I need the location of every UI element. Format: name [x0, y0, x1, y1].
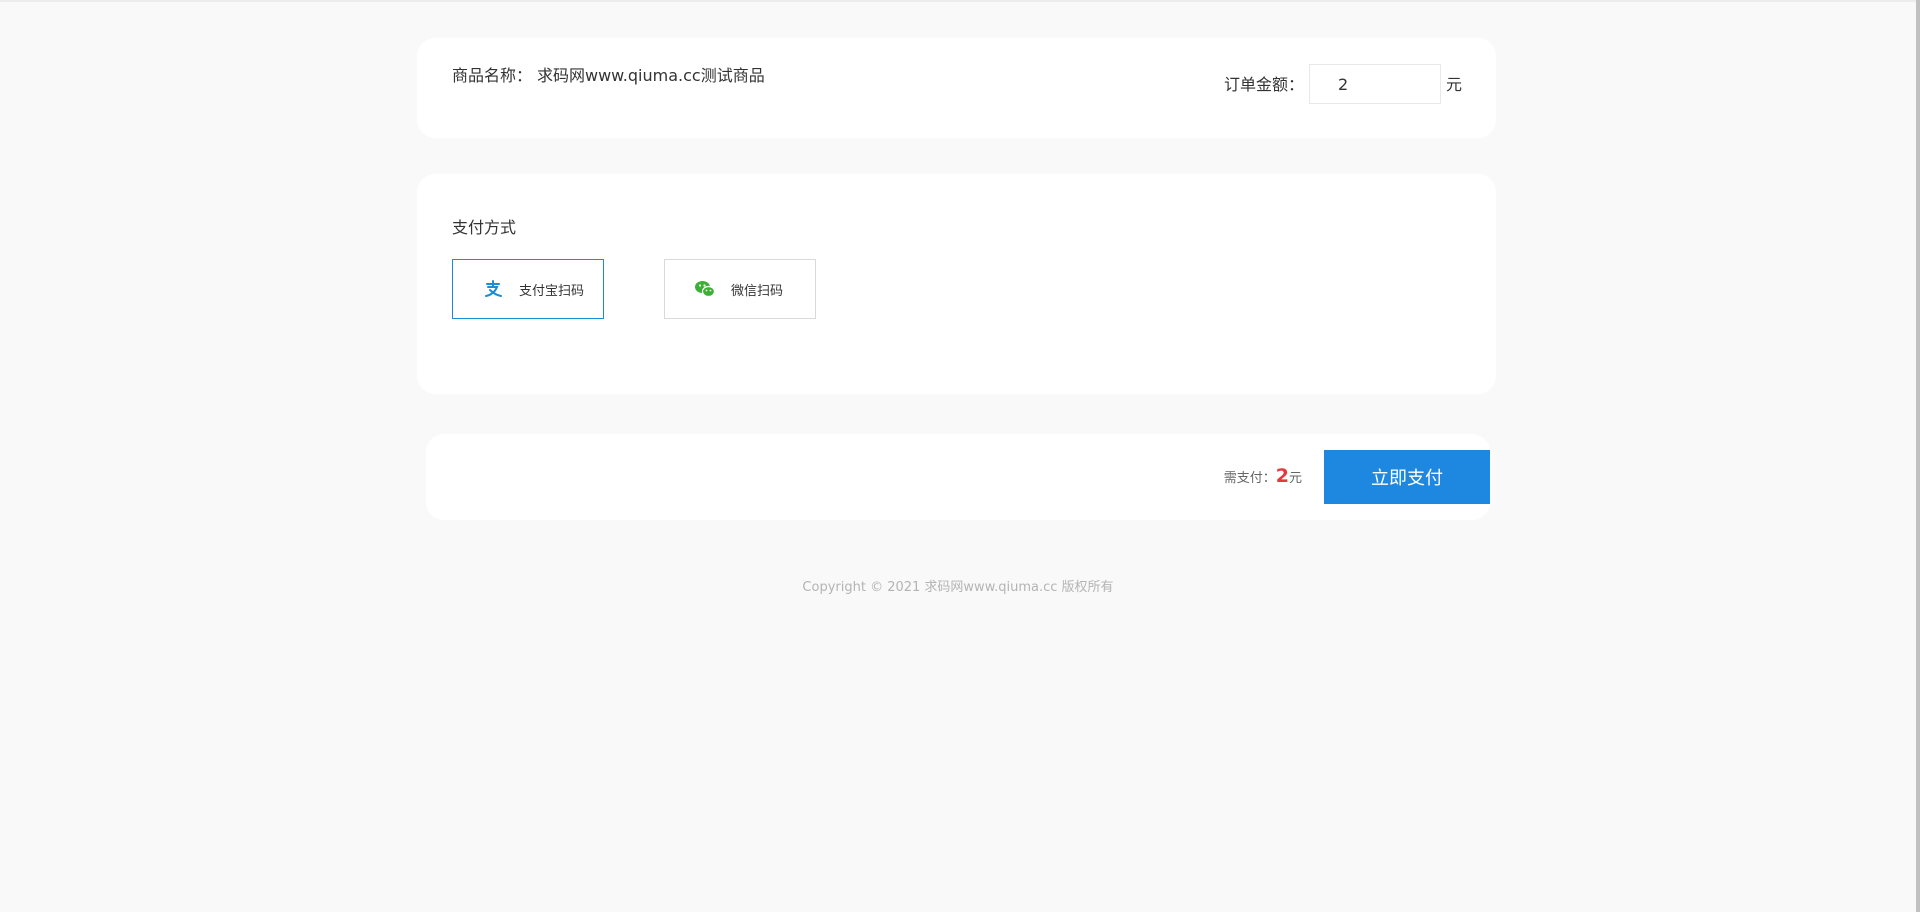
need-pay-label: 需支付： [1223, 471, 1276, 486]
order-amount-input[interactable] [1309, 64, 1441, 104]
order-amount-unit: 元 [1446, 75, 1463, 94]
payment-method-card: 支付方式 支付宝扫码 微信扫码 [417, 174, 1496, 394]
wechat-option-label: 微信扫码 [731, 283, 784, 299]
wechat-option[interactable]: 微信扫码 [664, 259, 816, 319]
wechat-icon [693, 277, 717, 301]
product-name-label: 商品名称： [452, 66, 533, 85]
copyright-text: Copyright © 2021 求码网www.qiuma.cc 版权所有 [802, 580, 1114, 595]
payment-method-title: 支付方式 [452, 218, 517, 237]
product-name-value: 求码网www.qiuma.cc测试商品 [537, 66, 765, 85]
top-divider [0, 0, 1916, 2]
alipay-option[interactable]: 支付宝扫码 [452, 259, 604, 319]
alipay-icon [481, 277, 505, 301]
vertical-scrollbar[interactable] [1916, 0, 1920, 912]
order-amount-label: 订单金额： [1224, 75, 1305, 94]
need-pay-unit: 元 [1288, 471, 1302, 486]
product-card: 商品名称： 求码网www.qiuma.cc测试商品 订单金额： 元 [417, 38, 1496, 138]
need-pay-text: 需支付：2元 [1224, 465, 1302, 487]
need-pay-amount: 2 [1275, 465, 1289, 487]
payment-summary-card: 需支付：2元 立即支付 [426, 434, 1490, 520]
alipay-option-label: 支付宝扫码 [519, 283, 585, 299]
pay-now-button[interactable]: 立即支付 [1324, 450, 1490, 504]
